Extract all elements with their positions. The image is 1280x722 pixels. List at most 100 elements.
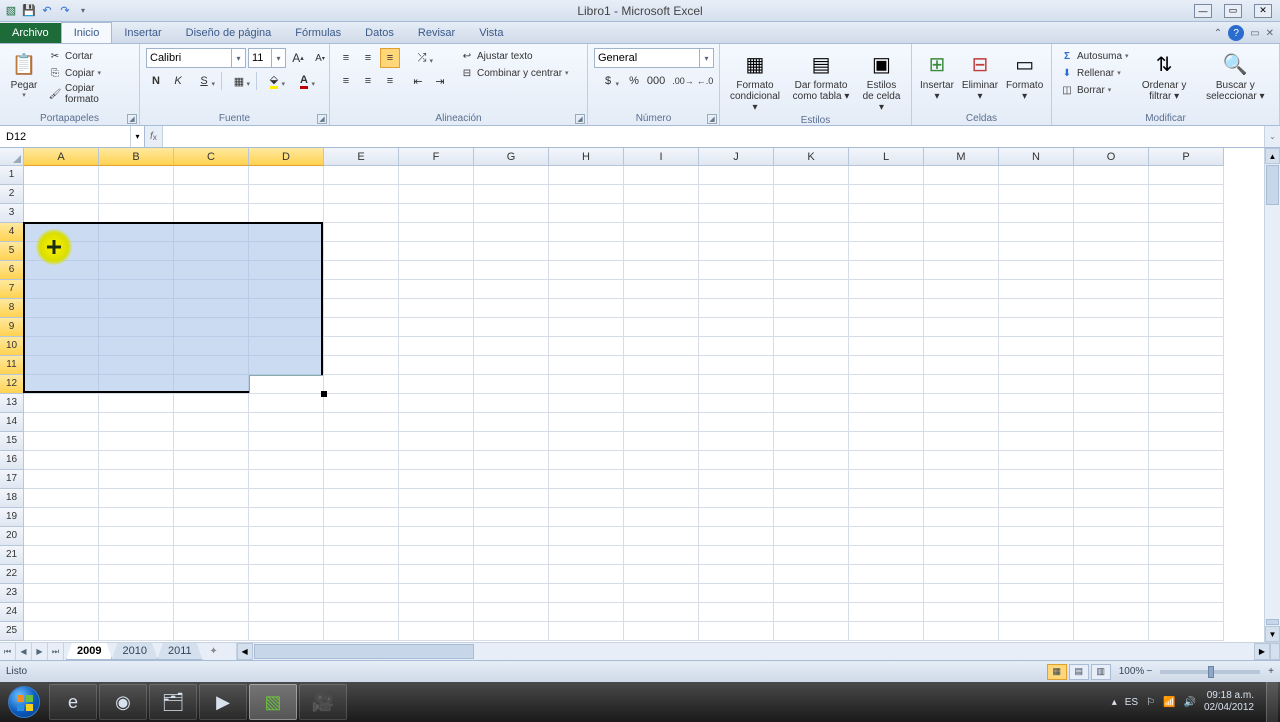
cell[interactable]: [474, 166, 549, 185]
cell[interactable]: [174, 622, 249, 641]
cell[interactable]: [249, 318, 324, 337]
cell[interactable]: [924, 261, 999, 280]
cell[interactable]: [699, 622, 774, 641]
cell[interactable]: [774, 337, 849, 356]
cell[interactable]: [999, 622, 1074, 641]
cell[interactable]: [474, 413, 549, 432]
column-header-O[interactable]: O: [1074, 148, 1149, 166]
cell[interactable]: [999, 603, 1074, 622]
fx-button[interactable]: fx: [145, 126, 163, 147]
cell[interactable]: [774, 185, 849, 204]
cell[interactable]: [699, 318, 774, 337]
cell[interactable]: [474, 565, 549, 584]
cell[interactable]: [849, 565, 924, 584]
cell[interactable]: [399, 356, 474, 375]
cell[interactable]: [549, 356, 624, 375]
zoom-slider[interactable]: [1160, 670, 1260, 674]
cell[interactable]: [99, 470, 174, 489]
cell[interactable]: [1149, 565, 1224, 584]
cell[interactable]: [474, 337, 549, 356]
cell[interactable]: [324, 489, 399, 508]
hscroll-thumb[interactable]: [254, 644, 474, 659]
copy-button[interactable]: ⎘Copiar▾: [46, 65, 133, 81]
clipboard-dialog-icon[interactable]: ◢: [127, 114, 137, 124]
cell[interactable]: [549, 622, 624, 641]
align-left-button[interactable]: ≡: [336, 71, 356, 91]
cell[interactable]: [24, 223, 99, 242]
cell[interactable]: [174, 242, 249, 261]
cell[interactable]: [549, 584, 624, 603]
cell[interactable]: [549, 204, 624, 223]
row-header-18[interactable]: 18: [0, 489, 24, 508]
cell[interactable]: [999, 185, 1074, 204]
cell[interactable]: [849, 204, 924, 223]
vsplit-handle[interactable]: [1266, 619, 1279, 625]
column-header-J[interactable]: J: [699, 148, 774, 166]
cell[interactable]: [1149, 280, 1224, 299]
cell[interactable]: [699, 603, 774, 622]
find-select-button[interactable]: 🔍Buscar y seleccionar ▾: [1196, 46, 1275, 104]
sheet-nav-prev-icon[interactable]: ◀: [16, 643, 32, 660]
cell[interactable]: [324, 185, 399, 204]
zoom-out-button[interactable]: −: [1146, 666, 1152, 677]
window-restore-icon[interactable]: ▭: [1250, 28, 1259, 39]
cell[interactable]: [1074, 622, 1149, 641]
column-header-P[interactable]: P: [1149, 148, 1224, 166]
cell[interactable]: [924, 337, 999, 356]
window-close-icon[interactable]: ✕: [1266, 28, 1274, 39]
cell[interactable]: [774, 565, 849, 584]
language-indicator[interactable]: ES: [1125, 697, 1138, 708]
cell[interactable]: [99, 356, 174, 375]
fill-button[interactable]: ⬇Rellenar▾: [1058, 65, 1131, 81]
page-layout-view-button[interactable]: ▤: [1069, 664, 1089, 680]
cell[interactable]: [774, 318, 849, 337]
cell[interactable]: [699, 584, 774, 603]
cell[interactable]: [924, 508, 999, 527]
row-header-1[interactable]: 1: [0, 166, 24, 185]
cell[interactable]: [324, 318, 399, 337]
cell[interactable]: [1149, 432, 1224, 451]
start-button[interactable]: [0, 682, 48, 722]
cell[interactable]: [24, 413, 99, 432]
row-header-21[interactable]: 21: [0, 546, 24, 565]
cell[interactable]: [999, 546, 1074, 565]
tab-diseno[interactable]: Diseño de página: [174, 23, 284, 43]
cell[interactable]: [549, 508, 624, 527]
row-header-5[interactable]: 5: [0, 242, 24, 261]
cell[interactable]: [924, 489, 999, 508]
row-header-20[interactable]: 20: [0, 527, 24, 546]
cell[interactable]: [324, 584, 399, 603]
cell[interactable]: [549, 527, 624, 546]
insert-cells-button[interactable]: ⊞Insertar▾: [916, 46, 958, 104]
cell[interactable]: [174, 318, 249, 337]
cell[interactable]: [399, 185, 474, 204]
row-header-23[interactable]: 23: [0, 584, 24, 603]
cell[interactable]: [99, 451, 174, 470]
cell[interactable]: [399, 280, 474, 299]
cell[interactable]: [699, 223, 774, 242]
cell[interactable]: [99, 413, 174, 432]
system-clock[interactable]: 09:18 a.m. 02/04/2012: [1204, 690, 1258, 714]
cell[interactable]: [999, 337, 1074, 356]
cell[interactable]: [399, 470, 474, 489]
cell[interactable]: [474, 603, 549, 622]
cell[interactable]: [549, 603, 624, 622]
cell[interactable]: [1074, 432, 1149, 451]
taskbar-explorer-icon[interactable]: 🗂: [149, 684, 197, 720]
cell[interactable]: [24, 622, 99, 641]
cell[interactable]: [774, 622, 849, 641]
cell[interactable]: [699, 356, 774, 375]
cell[interactable]: [699, 489, 774, 508]
page-break-view-button[interactable]: ▥: [1091, 664, 1111, 680]
cell[interactable]: [1074, 318, 1149, 337]
row-header-4[interactable]: 4: [0, 223, 24, 242]
cell[interactable]: [1074, 508, 1149, 527]
cell[interactable]: [549, 432, 624, 451]
cell[interactable]: [1149, 318, 1224, 337]
cell[interactable]: [924, 565, 999, 584]
cell[interactable]: [474, 318, 549, 337]
percent-button[interactable]: %: [624, 71, 644, 91]
cell[interactable]: [924, 603, 999, 622]
cell[interactable]: [1149, 622, 1224, 641]
cell[interactable]: [474, 451, 549, 470]
